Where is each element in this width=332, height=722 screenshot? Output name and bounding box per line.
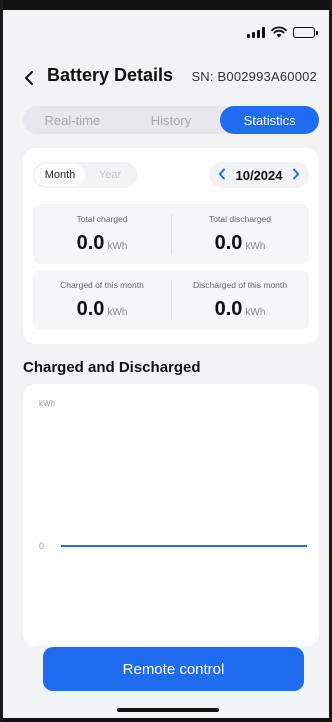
period-toggle: Month Year [33,162,137,188]
stat-unit: kWh [107,241,128,252]
y-tick-label: 0 [39,541,44,551]
y-axis-unit: kWh [39,399,55,408]
stat-value-group: 0.0 kWh [77,298,128,321]
stat-value: 0.0 [214,298,243,320]
period-month-button[interactable]: Month [35,164,85,186]
stat-value-group: 0.0 kWh [215,298,266,321]
cellular-signal-icon [247,26,265,38]
prev-period-button[interactable] [217,167,227,183]
stat-discharged-month: Discharged of this month 0.0 kWh [171,270,309,330]
tab-history[interactable]: History [122,106,221,134]
next-period-button[interactable] [291,167,301,183]
stat-value: 0.0 [76,298,105,320]
statistics-card: Month Year 10/2024 Total charged 0.0 kWh… [23,148,319,344]
device-bezel-bottom [3,718,329,722]
chart-section-title: Charged and Discharged [23,359,201,376]
page-title: Battery Details [47,65,174,85]
stat-label: Discharged of this month [192,280,288,290]
period-year-button[interactable]: Year [85,164,135,186]
stat-charged-month: Charged of this month 0.0 kWh [33,270,171,330]
selected-period: 10/2024 [235,167,283,183]
header: Battery Details SN: B002993A60002 [3,62,329,94]
serial-number: SN: B002993A60002 [191,69,317,84]
wifi-icon [271,26,287,38]
stat-unit: kWh [107,307,128,318]
stat-value-group: 0.0 kWh [215,232,266,255]
app-screen: Battery Details SN: B002993A60002 Real-t… [0,0,332,722]
remote-control-button[interactable]: Remote control [43,647,304,691]
back-button[interactable] [19,66,39,90]
stat-unit: kWh [245,307,266,318]
home-indicator[interactable] [117,708,219,712]
battery-icon [293,26,318,38]
stat-unit: kWh [245,241,266,252]
chart-card: kWh 0 [23,384,319,646]
status-icons [247,26,318,38]
charged-discharged-chart: kWh 0 [39,399,307,551]
stat-label: Charged of this month [60,280,144,290]
chevron-left-icon [25,71,33,85]
stat-row-month: Charged of this month 0.0 kWh Discharged… [33,270,309,330]
tab-bar: Real-time History Statistics [23,106,320,134]
chevron-right-icon [293,168,300,180]
stat-total-charged: Total charged 0.0 kWh [33,204,171,264]
status-bar [3,10,329,54]
stat-value: 0.0 [214,232,243,254]
stat-total-discharged: Total discharged 0.0 kWh [171,204,309,264]
tab-real-time[interactable]: Real-time [23,106,122,134]
stat-label: Total discharged [209,214,271,224]
chevron-left-icon [218,168,225,180]
stat-value-group: 0.0 kWh [77,232,128,255]
stat-value: 0.0 [76,232,105,254]
tab-statistics[interactable]: Statistics [220,106,320,134]
date-picker: 10/2024 [209,162,309,188]
device-bezel [3,0,329,10]
stat-row-totals: Total charged 0.0 kWh Total discharged 0… [33,204,309,264]
stat-label: Total charged [76,214,128,224]
